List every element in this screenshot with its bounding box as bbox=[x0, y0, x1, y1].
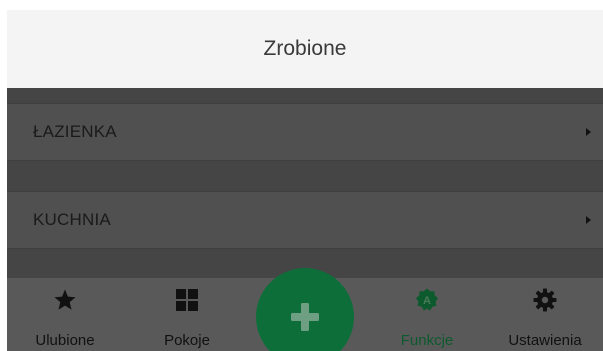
tab-label: Pokoje bbox=[164, 332, 210, 349]
tab-funkcje[interactable]: A Funkcje bbox=[382, 278, 472, 351]
functions-badge-icon: A bbox=[416, 288, 438, 311]
room-list: ŁAZIENKA KUCHNIA bbox=[7, 88, 603, 278]
star-icon bbox=[54, 289, 76, 310]
tab-ustawienia[interactable]: Ustawienia bbox=[500, 278, 590, 351]
page-title: Zrobione bbox=[263, 37, 347, 60]
tab-label: Ustawienia bbox=[508, 332, 582, 349]
list-spacer bbox=[7, 88, 603, 103]
chevron-right-icon bbox=[586, 216, 591, 224]
badge-letter: A bbox=[423, 295, 431, 307]
tab-label: Ulubione bbox=[35, 332, 95, 349]
list-item-lazienka[interactable]: ŁAZIENKA bbox=[7, 103, 603, 161]
list-item-kuchnia[interactable]: KUCHNIA bbox=[7, 191, 603, 249]
list-item-label: ŁAZIENKA bbox=[33, 122, 117, 141]
tab-ulubione[interactable]: Ulubione bbox=[20, 278, 110, 351]
app-window: Zrobione ŁAZIENKA KUCHNIA Ulubione Pokoj… bbox=[7, 10, 603, 351]
grid-icon bbox=[176, 289, 198, 311]
plus-icon bbox=[291, 303, 319, 331]
chevron-right-icon bbox=[586, 128, 591, 136]
list-item-label: KUCHNIA bbox=[33, 210, 111, 229]
tab-label: Funkcje bbox=[400, 332, 454, 349]
list-spacer bbox=[7, 161, 603, 191]
tab-pokoje[interactable]: Pokoje bbox=[142, 278, 232, 351]
header-bar: Zrobione bbox=[7, 10, 603, 88]
gear-icon bbox=[533, 288, 557, 312]
